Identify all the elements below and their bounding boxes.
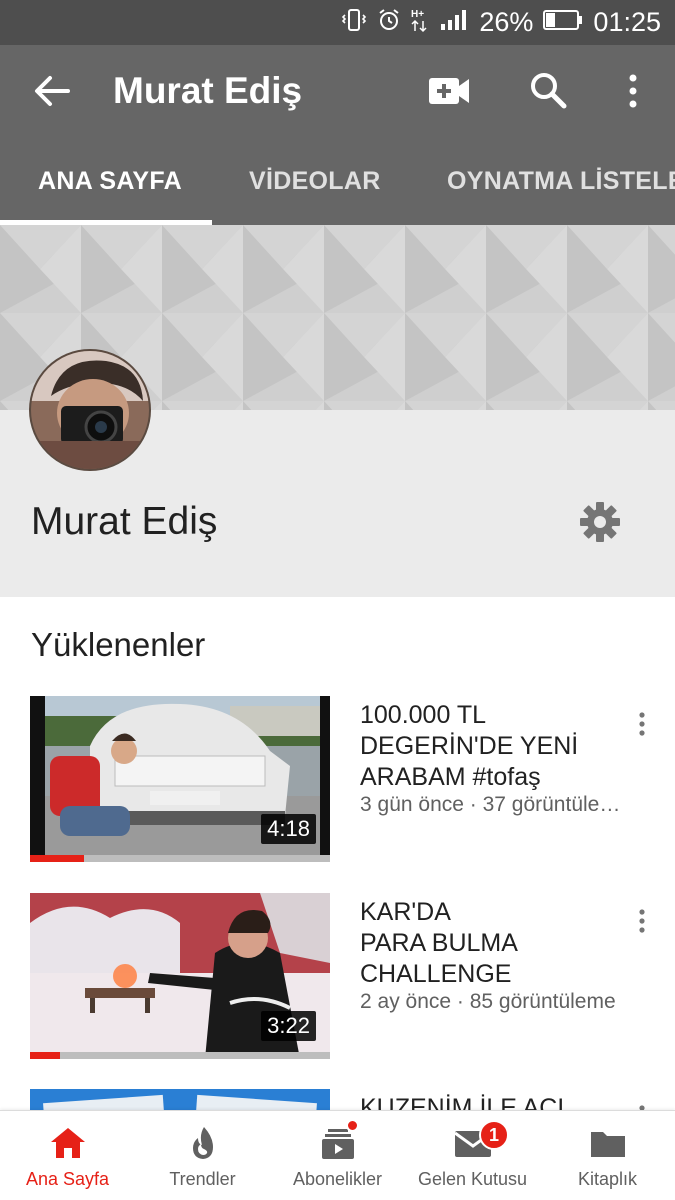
- battery-percent: 26%: [479, 7, 534, 37]
- tab-playlists[interactable]: OYNATMA LİSTELE: [447, 137, 675, 225]
- video-meta: 2 ay önce · 85 görüntüleme: [360, 990, 616, 1013]
- nav-label: Abonelikler: [292, 1169, 383, 1189]
- video-item[interactable]: 3:22 KAR'DA PARA BULMA CHALLENGE 2 ay ön…: [0, 893, 675, 1063]
- nav-item-trending[interactable]: Trendler: [135, 1111, 270, 1200]
- app-bar: Murat Ediş: [0, 45, 675, 137]
- video-title[interactable]: KAR'DA PARA BULMA CHALLENGE: [360, 897, 630, 990]
- home-icon: [48, 1125, 88, 1161]
- video-duration: 3:22: [261, 1011, 316, 1041]
- network-type-icon: H+: [411, 7, 429, 38]
- nav-label: Ana Sayfa: [25, 1169, 110, 1189]
- alarm-icon: [377, 8, 401, 37]
- inbox-badge: 1: [479, 1120, 509, 1150]
- battery-icon: [543, 9, 583, 36]
- bottom-navigation: Ana Sayfa Trendler Abonelikler 1 Gelen K…: [0, 1110, 675, 1200]
- folder-icon: [588, 1125, 628, 1161]
- page-title: Murat Ediş: [113, 70, 303, 111]
- more-vertical-icon[interactable]: [616, 69, 650, 113]
- fire-icon: [183, 1125, 223, 1161]
- status-bar: H+ 26% 01:25: [0, 0, 675, 45]
- back-arrow-icon[interactable]: [30, 69, 74, 113]
- video-camera-add-icon[interactable]: [426, 71, 472, 111]
- video-thumbnail[interactable]: 4:18: [30, 696, 330, 862]
- channel-tabs: ANA SAYFA VİDEOLAR OYNATMA LİSTELE: [0, 137, 675, 225]
- video-title-line: PARA BULMA: [360, 929, 518, 957]
- clock: 01:25: [593, 7, 661, 37]
- watch-progress-bar: [30, 1052, 330, 1059]
- channel-name: Murat Ediş: [31, 500, 218, 543]
- signal-icon: [439, 8, 469, 37]
- video-title[interactable]: 100.000 TL DEGERİN'DE YENİ ARABAM #tofaş: [360, 700, 630, 793]
- avatar: [29, 349, 151, 471]
- gear-icon[interactable]: [578, 500, 622, 544]
- nav-item-subscriptions[interactable]: Abonelikler: [270, 1111, 405, 1200]
- video-title-line: 100.000 TL: [360, 701, 487, 729]
- video-title-line: ARABAM #tofaş: [360, 763, 541, 791]
- nav-label: Gelen Kutusu: [417, 1169, 528, 1189]
- nav-item-home[interactable]: Ana Sayfa: [0, 1111, 135, 1200]
- notification-dot: [346, 1119, 359, 1132]
- video-meta: 3 gün önce · 37 görüntüle…: [360, 793, 621, 816]
- nav-label: Kitaplık: [577, 1169, 638, 1189]
- nav-label: Trendler: [169, 1169, 236, 1189]
- more-vertical-icon[interactable]: [632, 907, 652, 937]
- svg-text:H+: H+: [411, 9, 424, 20]
- vibrate-icon: [341, 8, 367, 37]
- tab-home[interactable]: ANA SAYFA: [38, 137, 182, 225]
- watch-progress-bar: [30, 855, 330, 862]
- more-vertical-icon[interactable]: [632, 710, 652, 740]
- nav-item-inbox[interactable]: 1 Gelen Kutusu: [405, 1111, 540, 1200]
- video-title-line: CHALLENGE: [360, 960, 512, 988]
- video-title-line: KAR'DA: [360, 898, 451, 926]
- uploads-heading: Yüklenenler: [31, 626, 206, 663]
- video-thumbnail[interactable]: 3:22: [30, 893, 330, 1059]
- tab-videos[interactable]: VİDEOLAR: [249, 137, 381, 225]
- video-title-line: DEGERİN'DE YENİ: [360, 732, 579, 760]
- nav-item-library[interactable]: Kitaplık: [540, 1111, 675, 1200]
- search-icon[interactable]: [527, 69, 569, 111]
- video-item[interactable]: 4:18 100.000 TL DEGERİN'DE YENİ ARABAM #…: [0, 696, 675, 866]
- video-duration: 4:18: [261, 814, 316, 844]
